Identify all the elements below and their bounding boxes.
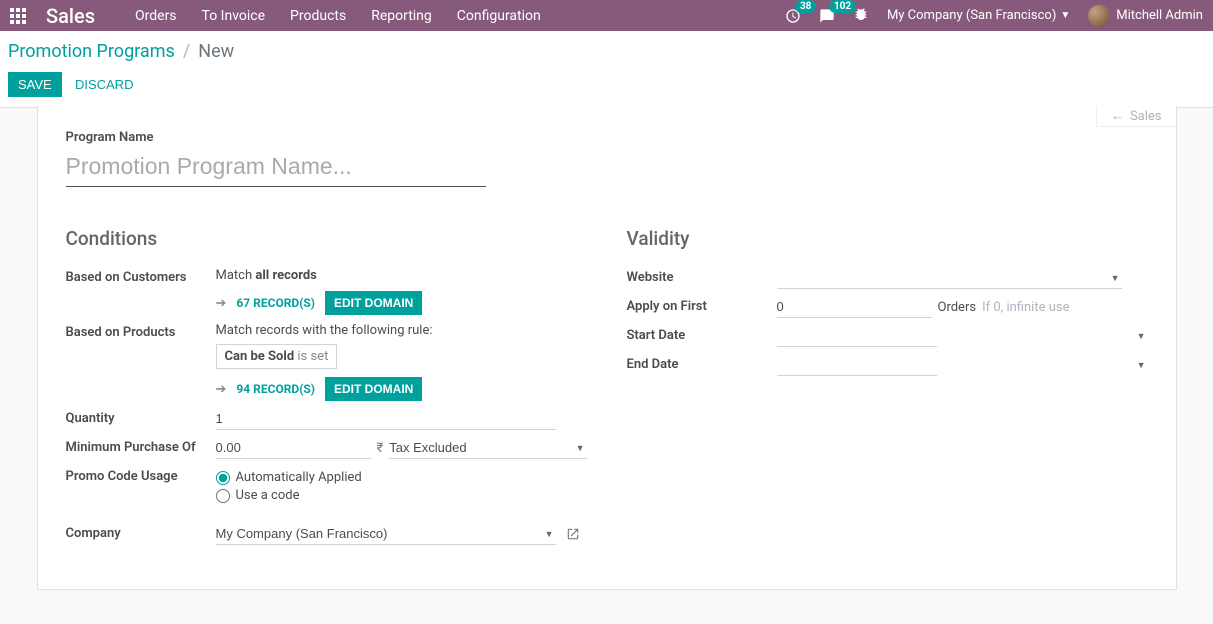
promo-code-option-label: Use a code [236, 488, 300, 503]
validity-section: Validity Website ▼ Ap [627, 227, 1148, 549]
company-name: My Company (San Francisco) [887, 8, 1056, 23]
main-menu: Orders To Invoice Products Reporting Con… [135, 8, 541, 24]
top-nav: Sales Orders To Invoice Products Reporti… [0, 0, 1213, 31]
chevron-down-icon: ▼ [1060, 10, 1070, 21]
arrow-right-icon: ➔ [216, 382, 227, 397]
menu-configuration[interactable]: Configuration [457, 8, 541, 24]
customers-match: Match all records [216, 268, 317, 283]
nav-right: 38 102 My Company (San Francisco) ▼ Mitc… [785, 5, 1203, 27]
products-rule-tag: Can be Sold is set [216, 344, 338, 369]
user-name: Mitchell Admin [1116, 8, 1203, 23]
promo-code-radio[interactable] [216, 489, 230, 503]
apply-first-input[interactable] [777, 297, 932, 318]
app-brand: Sales [46, 4, 95, 28]
menu-reporting[interactable]: Reporting [371, 8, 432, 24]
apps-icon[interactable] [10, 8, 26, 24]
messages-indicator[interactable]: 102 [819, 8, 835, 24]
apply-first-unit: Orders [938, 300, 977, 318]
products-records-link[interactable]: 94 RECORD(S) [236, 382, 315, 396]
validity-heading: Validity [627, 227, 1148, 250]
currency-symbol: ₹ [377, 441, 384, 459]
end-date-label: End Date [627, 351, 777, 380]
discard-button[interactable]: Discard [65, 72, 144, 97]
activity-badge: 38 [795, 0, 816, 13]
tax-option-select[interactable] [389, 438, 586, 459]
form-sheet: Sales Program Name Conditions Based on C… [37, 106, 1177, 590]
external-link-icon[interactable] [566, 527, 580, 545]
website-select[interactable] [777, 268, 1122, 289]
user-menu[interactable]: Mitchell Admin [1088, 5, 1203, 27]
program-name-input[interactable] [66, 149, 486, 187]
products-match-text: Match records with the following rule: [216, 323, 433, 338]
min-purchase-input[interactable] [216, 438, 371, 459]
control-bar: Promotion Programs / New Save Discard [0, 31, 1213, 108]
menu-to-invoice[interactable]: To Invoice [202, 8, 266, 24]
promo-code-label: Promo Code Usage [66, 463, 216, 510]
arrow-right-icon: ➔ [216, 296, 227, 311]
website-label: Website [627, 264, 777, 293]
quantity-input[interactable] [216, 409, 556, 430]
company-selector[interactable]: My Company (San Francisco) ▼ [887, 8, 1070, 23]
activity-indicator[interactable]: 38 [785, 8, 801, 24]
edit-domain-products-button[interactable]: EDIT DOMAIN [325, 377, 422, 401]
menu-products[interactable]: Products [290, 8, 346, 24]
min-purchase-label: Minimum Purchase Of [66, 434, 216, 463]
edit-domain-customers-button[interactable]: EDIT DOMAIN [325, 291, 422, 315]
company-select[interactable] [216, 524, 556, 545]
start-date-input[interactable] [777, 326, 937, 347]
breadcrumb: Promotion Programs / New [8, 41, 1197, 62]
apply-first-hint: If 0, infinite use [982, 300, 1069, 318]
save-button[interactable]: Save [8, 72, 62, 97]
quantity-label: Quantity [66, 405, 216, 434]
end-date-input[interactable] [777, 355, 937, 376]
avatar [1088, 5, 1110, 27]
customers-records-link[interactable]: 67 RECORD(S) [236, 296, 315, 310]
start-date-label: Start Date [627, 322, 777, 351]
breadcrumb-separator: / [183, 41, 190, 62]
messages-badge: 102 [829, 0, 856, 13]
menu-orders[interactable]: Orders [135, 8, 177, 24]
promo-auto-radio[interactable] [216, 471, 230, 485]
status-hint: Sales [1096, 106, 1176, 127]
conditions-section: Conditions Based on Customers Match all … [66, 227, 587, 549]
conditions-heading: Conditions [66, 227, 587, 250]
apply-first-label: Apply on First [627, 293, 777, 322]
main-area: Sales Program Name Conditions Based on C… [0, 106, 1213, 590]
chevron-down-icon: ▼ [1137, 331, 1146, 342]
products-label: Based on Products [66, 319, 216, 405]
company-label: Company [66, 520, 216, 549]
breadcrumb-current: New [198, 41, 234, 62]
chevron-down-icon: ▼ [1137, 360, 1146, 371]
promo-auto-label: Automatically Applied [236, 470, 362, 485]
program-name-label: Program Name [66, 130, 1148, 145]
customers-label: Based on Customers [66, 264, 216, 319]
breadcrumb-root[interactable]: Promotion Programs [8, 41, 175, 62]
